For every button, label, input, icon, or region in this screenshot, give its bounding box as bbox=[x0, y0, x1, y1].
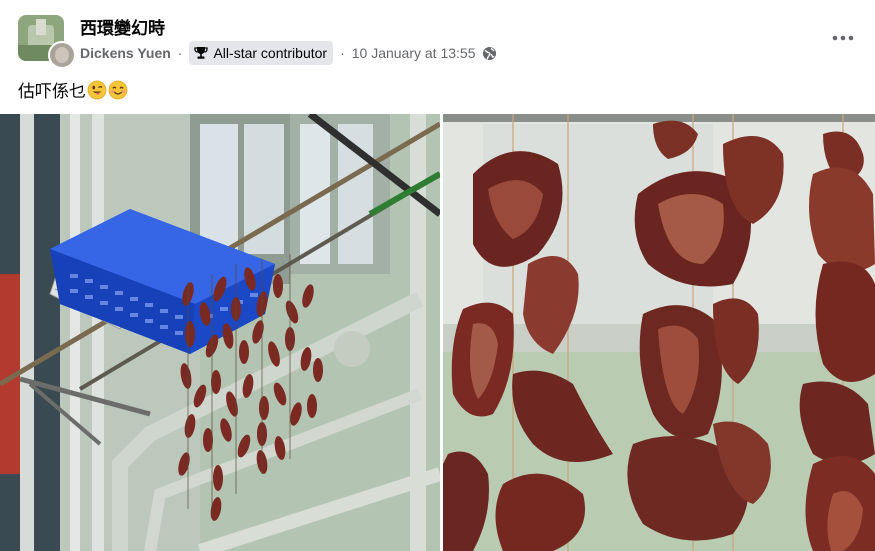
winking-face-with-tongue-icon bbox=[87, 80, 107, 99]
more-options-icon bbox=[832, 35, 854, 41]
post-message: 估吓係乜 bbox=[18, 82, 86, 102]
post-timestamp-link[interactable]: 10 January at 13:55 bbox=[352, 45, 476, 61]
photo-grid bbox=[0, 114, 875, 551]
trophy-icon bbox=[194, 47, 209, 59]
globe-icon[interactable] bbox=[482, 46, 497, 61]
post-text: 估吓係乜 bbox=[18, 77, 128, 102]
post-header: 西環變幻時 Dickens Yuen · All-star contributo… bbox=[0, 0, 875, 74]
more-options-button[interactable] bbox=[825, 24, 861, 52]
smiling-face-with-smiling-eyes-icon bbox=[108, 80, 128, 99]
photo-right[interactable] bbox=[443, 114, 875, 551]
group-name-link[interactable]: 西環變幻時 bbox=[80, 14, 165, 39]
author-avatar[interactable] bbox=[48, 41, 76, 69]
author-name-link[interactable]: Dickens Yuen bbox=[80, 45, 171, 61]
badge-label: All-star contributor bbox=[213, 45, 328, 61]
meta-separator: · bbox=[340, 45, 345, 61]
photo-left[interactable] bbox=[0, 114, 440, 551]
post-meta-row: Dickens Yuen · All-star contributor · 10… bbox=[80, 40, 497, 66]
meta-separator: · bbox=[177, 45, 183, 61]
all-star-badge[interactable]: All-star contributor bbox=[189, 41, 334, 65]
